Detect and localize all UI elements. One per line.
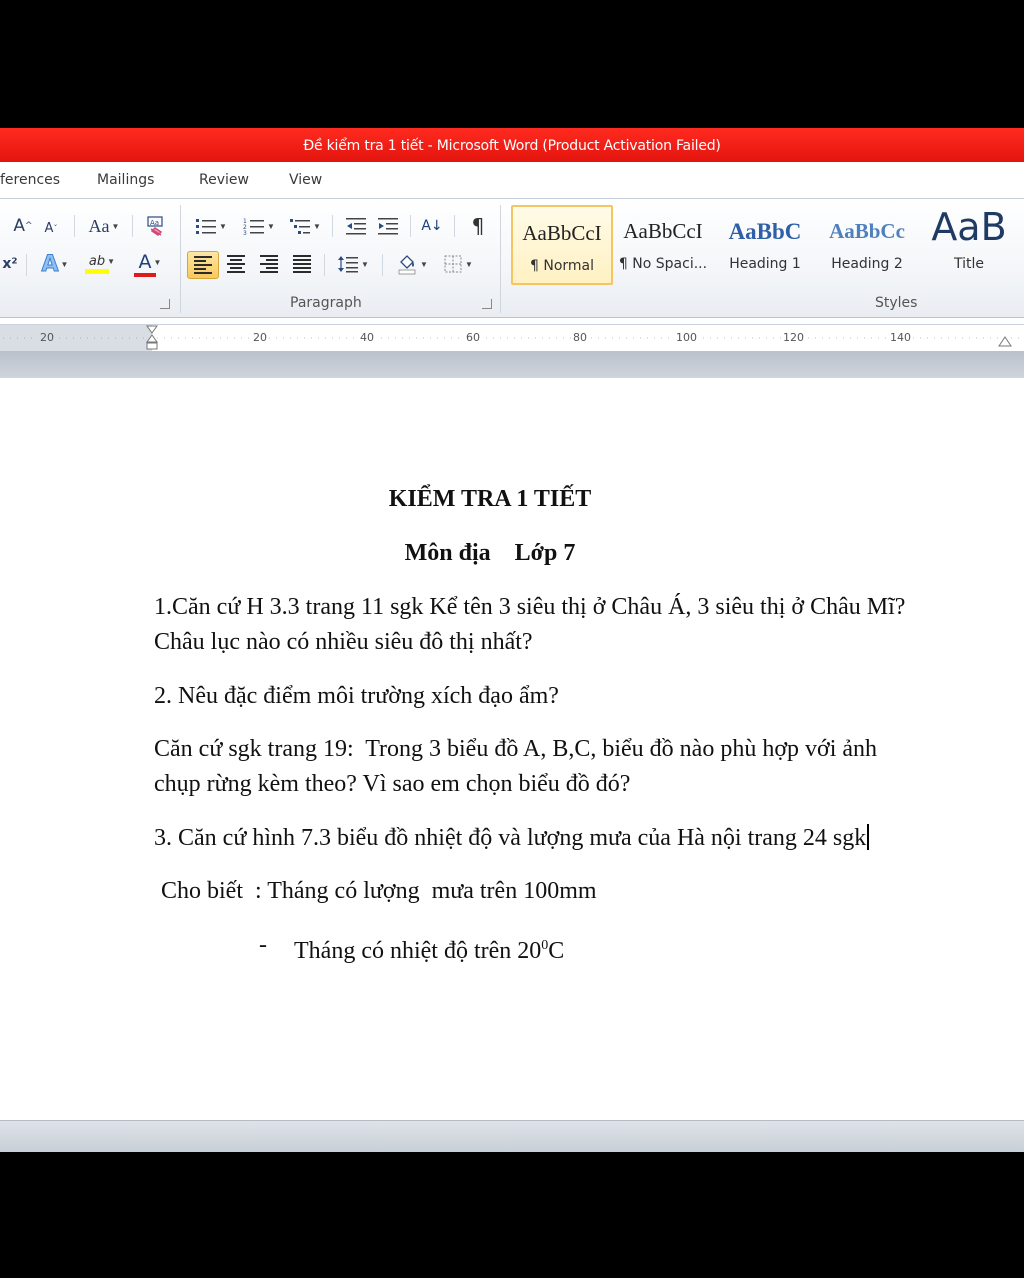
question-2: 2. Nêu đặc điểm môi trường xích đạo ẩm? (154, 683, 559, 709)
document-title: KIỂM TRA 1 TIẾT (388, 486, 592, 512)
window-title: Đề kiểm tra 1 tiết - Microsoft Word (Pro… (303, 138, 721, 154)
text-cursor (867, 824, 870, 850)
separator (26, 254, 27, 276)
paragraph-dialog-launcher[interactable] (482, 299, 492, 309)
styles-group-label: Styles (875, 295, 918, 311)
right-indent-marker-icon[interactable] (998, 335, 1012, 347)
group-separator (180, 205, 181, 313)
svg-text:Aa: Aa (150, 219, 159, 227)
tab-review[interactable]: Review (199, 172, 249, 188)
style-no-spacing[interactable]: AaBbCcI ¶ No Spaci... (613, 205, 713, 283)
ruler-number: 20 (38, 331, 56, 344)
show-formatting-marks-icon[interactable]: ¶ (464, 213, 492, 239)
highlight-color-swatch (85, 269, 109, 274)
separator (382, 254, 383, 276)
horizontal-ruler[interactable]: 20 20 40 60 80 100 120 140 (0, 324, 1024, 352)
separator (410, 215, 411, 237)
paragraph-group-label: Paragraph (290, 295, 362, 311)
ruler-number: 40 (358, 331, 376, 344)
styles-gallery: AaBbCcI ¶ Normal AaBbCcI ¶ No Spaci... A… (509, 205, 1024, 285)
ruler-number: 20 (251, 331, 269, 344)
ruler-number: 80 (571, 331, 589, 344)
separator (454, 215, 455, 237)
group-separator (500, 205, 501, 313)
tab-mailings[interactable]: Mailings (97, 172, 154, 188)
ruler-number: 100 (674, 331, 699, 344)
document-area-top (0, 351, 1024, 378)
separator (324, 254, 325, 276)
align-right-button[interactable] (255, 251, 283, 277)
question-2b-line-2: chụp rừng kèm theo? Vì sao em chọn biểu … (154, 771, 631, 797)
line-spacing-button[interactable]: ▼ (333, 251, 373, 277)
text-effects-button[interactable]: A ▼ (36, 251, 74, 277)
question-3-sub-1: Cho biết : Tháng có lượng mưa trên 100mm (161, 878, 597, 904)
ruler-number: 120 (781, 331, 806, 344)
clear-formatting-icon[interactable]: Aa (142, 213, 170, 239)
indent-marker-icon[interactable] (146, 325, 158, 351)
question-1-line-2: Châu lục nào có nhiều siêu đô thị nhất? (154, 629, 533, 655)
svg-text:3: 3 (243, 230, 247, 235)
decrease-indent-icon[interactable] (342, 213, 370, 239)
change-case-button[interactable]: Aa ▼ (84, 213, 124, 239)
separator (74, 215, 75, 237)
style-title[interactable]: AaB Title (919, 205, 1019, 283)
separator (132, 215, 133, 237)
justify-icon (293, 255, 311, 273)
separator (332, 215, 333, 237)
tab-view[interactable]: View (289, 172, 322, 188)
ruler-number: 60 (464, 331, 482, 344)
increase-indent-icon[interactable] (374, 213, 402, 239)
ribbon: A ^ Aˇ Aa ▼ Aa x² A ▼ ab ▼ A ▼ ▼ 1 2 3 ▼ ▼ (0, 199, 1024, 318)
style-heading-2[interactable]: AaBbCc Heading 2 (817, 205, 917, 283)
superscript-button[interactable]: x² (0, 251, 20, 277)
grow-font-button[interactable]: A ^ (10, 213, 36, 239)
align-center-icon (227, 255, 245, 273)
font-color-swatch (134, 273, 156, 277)
word-window: Đề kiểm tra 1 tiết - Microsoft Word (Pro… (0, 128, 1024, 1152)
question-3-sub-2: Tháng có nhiệt độ trên 200C (294, 938, 565, 964)
align-right-icon (260, 255, 278, 273)
tab-references[interactable]: ferences (0, 172, 60, 188)
question-3-text: 3. Căn cứ hình 7.3 biểu đồ nhiệt độ và l… (154, 825, 867, 851)
document-page[interactable]: KIỂM TRA 1 TIẾT Môn địa Lớp 7 1.Căn cứ H… (0, 378, 1024, 1120)
style-heading-1[interactable]: AaBbC Heading 1 (715, 205, 815, 283)
title-bar: Đề kiểm tra 1 tiết - Microsoft Word (Pro… (0, 128, 1024, 162)
style-normal[interactable]: AaBbCcI ¶ Normal (511, 205, 613, 285)
multilevel-list-button[interactable]: ▼ (286, 213, 324, 239)
align-left-button[interactable] (187, 251, 219, 279)
shading-button[interactable]: ▼ (392, 251, 432, 277)
highlight-button[interactable]: ab ▼ (80, 251, 124, 277)
align-left-icon (194, 256, 212, 274)
ruler-number: 140 (888, 331, 913, 344)
font-dialog-launcher[interactable] (160, 299, 170, 309)
align-center-button[interactable] (222, 251, 250, 277)
question-2b-line-1: Căn cứ sgk trang 19: Trong 3 biểu đồ A, … (154, 736, 878, 762)
document-subtitle: Môn địa Lớp 7 (404, 540, 576, 566)
numbering-button[interactable]: 1 2 3 ▼ (238, 213, 280, 239)
bullet-dash: - (259, 932, 267, 958)
status-bar (0, 1120, 1024, 1152)
question-3: 3. Căn cứ hình 7.3 biểu đồ nhiệt độ và l… (154, 821, 994, 856)
bullets-button[interactable]: ▼ (190, 213, 232, 239)
justify-button[interactable] (288, 251, 316, 277)
ribbon-tabs: ferences Mailings Review View (0, 162, 1024, 199)
sort-icon[interactable]: A↓ (418, 213, 446, 239)
borders-button[interactable]: ▼ (438, 251, 478, 277)
question-1-line-1: 1.Căn cứ H 3.3 trang 11 sgk Kể tên 3 siê… (154, 594, 906, 620)
font-color-button[interactable]: A ▼ (128, 251, 172, 277)
shrink-font-button[interactable]: Aˇ (40, 215, 62, 241)
